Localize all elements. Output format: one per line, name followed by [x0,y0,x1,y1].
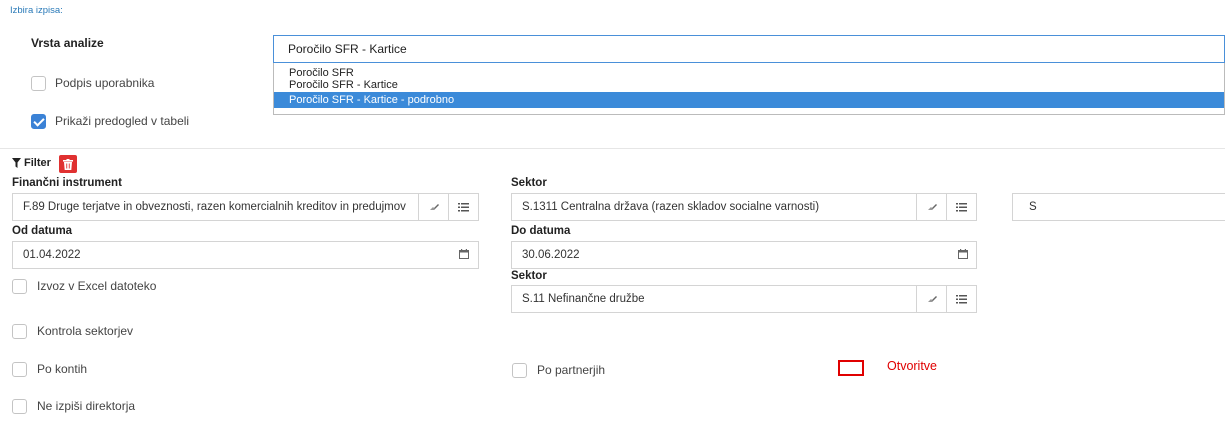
od-datuma-input[interactable]: 01.04.2022 [12,241,479,269]
do-datuma-input[interactable]: 30.06.2022 [511,241,977,269]
podpis-checkbox[interactable] [31,76,46,91]
trash-icon [63,158,73,170]
list-icon [458,202,469,211]
analysis-type-dropdown: Poročilo SFR Poročilo SFR - Kartice Poro… [273,63,1225,115]
option-sfr-kartice[interactable]: Poročilo SFR - Kartice [274,79,1224,91]
excel-label: Izvoz v Excel datoteko [37,279,157,293]
calendar-icon[interactable] [459,248,469,262]
ne-izpisi-checkbox[interactable] [12,399,27,414]
sektor-label: Sektor [511,177,547,189]
sektor2-clear-button[interactable] [917,285,947,313]
sektor-extra-input[interactable]: S [1012,193,1225,221]
predogled-checkbox[interactable] [31,114,46,129]
po-partnerjih-checkbox[interactable] [512,363,527,378]
do-datuma-label: Do datuma [511,225,571,237]
fin-clear-button[interactable] [419,193,449,221]
po-partnerjih-label: Po partnerjih [537,363,606,377]
od-datuma-label: Od datuma [12,225,73,237]
eraser-icon [927,296,937,302]
sektor2-input[interactable]: S.11 Nefinančne družbe [511,285,917,313]
predogled-label: Prikaži predogled v tabeli [55,114,190,128]
ne-izpisi-label: Ne izpiši direktorja [37,399,136,413]
analysis-type-select[interactable]: Poročilo SFR - Kartice [273,35,1225,63]
filter-header: Filter [12,157,51,169]
sektor2-list-button[interactable] [947,285,977,313]
option-sfr[interactable]: Poročilo SFR [274,67,1224,79]
section-divider [0,148,1225,149]
fin-instrument-input[interactable]: F.89 Druge terjatve in obveznosti, razen… [12,193,419,221]
delete-filter-button[interactable] [59,155,77,173]
sektor-clear-button[interactable] [917,193,947,221]
section-title: Izbira izpisa: [10,5,63,16]
fin-instrument-label: Finančni instrument [12,177,122,189]
filter-icon [12,158,21,168]
sektor-input[interactable]: S.1311 Centralna država (razen skladov s… [511,193,917,221]
list-icon [956,202,967,211]
otvoritve-label: Otvoritve [887,359,938,373]
filter-label: Filter [24,157,51,169]
list-icon [956,294,967,303]
calendar-icon[interactable] [958,248,968,262]
po-kontih-label: Po kontih [37,362,88,376]
podpis-label: Podpis uporabnika [55,76,155,90]
eraser-icon [428,204,439,210]
otvoritve-checkbox-highlight[interactable] [838,360,864,376]
eraser-icon [927,204,937,210]
sektor-list-button[interactable] [947,193,977,221]
fin-list-button[interactable] [449,193,479,221]
po-kontih-checkbox[interactable] [12,362,27,377]
sektor2-label: Sektor [511,270,547,282]
kontrola-checkbox[interactable] [12,324,27,339]
analysis-type-label: Vrsta analize [31,36,104,50]
excel-checkbox[interactable] [12,279,27,294]
option-sfr-kartice-podrobno[interactable]: Poročilo SFR - Kartice - podrobno [274,92,1224,108]
kontrola-label: Kontrola sektorjev [37,324,134,338]
